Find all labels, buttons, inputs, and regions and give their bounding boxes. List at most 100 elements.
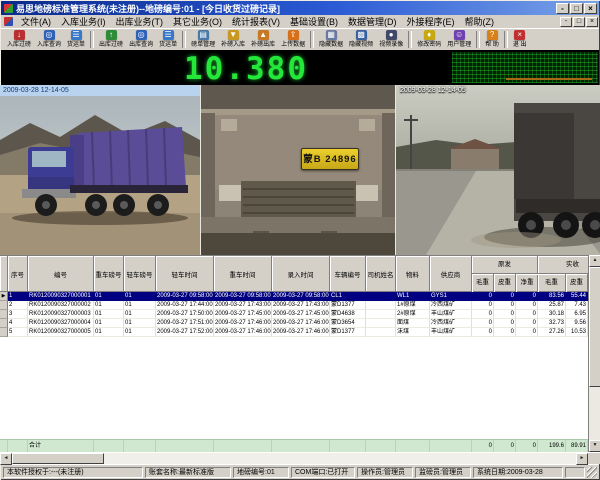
vertical-scroll-thumb[interactable] — [589, 267, 600, 387]
resize-grip-icon — [587, 467, 597, 478]
chuku-chaxun-icon: ◎ — [136, 30, 147, 40]
mdi-close-button[interactable]: × — [586, 17, 598, 27]
huoyundan-out-label: 货运单 — [159, 41, 177, 49]
toolbar-bangzhu[interactable]: ?帮 助 — [483, 29, 501, 50]
toolbar-tuichu[interactable]: ×退 出 — [511, 29, 529, 50]
maximize-button[interactable]: □ — [570, 3, 583, 14]
scroll-down-icon[interactable]: ▼ — [589, 440, 600, 452]
close-button[interactable]: × — [584, 3, 597, 14]
cell-sj — [366, 292, 396, 301]
menu-waijie-chengxu[interactable]: 外接程序(E) — [402, 15, 460, 28]
cell-yf_mz: 0 — [472, 328, 494, 337]
cell-yf_pz: 0 — [494, 328, 516, 337]
toolbar-yonghu-guanli[interactable]: ☺用户管理 — [445, 29, 473, 50]
cell-qsj: 2009-03-27 09:58:00 — [156, 292, 214, 301]
status-license: 本软件授权于:---(未注册) — [3, 467, 143, 478]
table-row[interactable]: 3RK012009032700000301012009-03-27 17:50:… — [0, 310, 600, 319]
toolbar-chuku-chaxun[interactable]: ◎出库查询 — [127, 29, 155, 50]
yincang-shipin-label: 隐藏视频 — [349, 41, 373, 49]
table-row[interactable]: 2RK012009032700000201012009-03-27 17:44:… — [0, 301, 600, 310]
menu-file[interactable]: 文件(A) — [16, 15, 56, 28]
status-operator: 操作员:管理员 — [357, 467, 413, 478]
cell-yf_pz: 0 — [494, 301, 516, 310]
cell-lsj: 2009-03-27 09:58:00 — [272, 292, 330, 301]
header-sj: 司机姓名 — [366, 256, 396, 292]
cell-ss_mz: 32.73 — [538, 319, 566, 328]
toolbar-shangchuan-shuju[interactable]: ⇧上传数据 — [279, 29, 307, 50]
row-indicator — [0, 301, 8, 310]
camera-view-2: 蒙B 24896 — [200, 85, 395, 255]
yincang-shuju-label: 隐藏数据 — [319, 41, 343, 49]
bubang-chuku-icon: ▲ — [258, 30, 269, 40]
horizontal-scrollbar[interactable]: ◄ ► — [0, 452, 600, 464]
menu-tongji-baobiao[interactable]: 统计报表(V) — [227, 15, 285, 28]
cell-cl: 蒙D1377 — [330, 328, 366, 337]
cell-qbh: 01 — [124, 301, 156, 310]
cell-bh: RK0120090327000003 — [28, 310, 94, 319]
mdi-minimize-button[interactable]: - — [560, 17, 572, 27]
toolbar-huoyundan-in[interactable]: ☰货运单 — [65, 29, 87, 50]
toolbar-ruku-guobang[interactable]: ↓入库过磅 — [5, 29, 33, 50]
camera-1-timestamp: 2009-03-28 12-14-05 — [0, 85, 200, 96]
ruku-chaxun-label: 入库查询 — [37, 41, 61, 49]
toolbar-huoyundan-out[interactable]: ☰货运单 — [157, 29, 179, 50]
toolbar-bubang-chuku[interactable]: ▲补磅出库 — [249, 29, 277, 50]
cell-lsj: 2009-03-27 17:45:00 — [272, 310, 330, 319]
shangchuan-shuju-icon: ⇧ — [288, 30, 299, 40]
status-supervisor: 监磅员:管理员 — [415, 467, 471, 478]
toolbar-ruku-chaxun[interactable]: ◎入库查询 — [35, 29, 63, 50]
row-indicator — [0, 310, 8, 319]
huoyundan-in-icon: ☰ — [71, 30, 82, 40]
menu-jichu-shezhi[interactable]: 基础设置(B) — [285, 15, 343, 28]
toolbar-yincang-shipin[interactable]: ▩隐藏视频 — [347, 29, 375, 50]
header-indicator — [0, 256, 8, 292]
table-row[interactable]: ▶1RK012009032700000101012009-03-27 09:58… — [0, 292, 600, 301]
license-plate: 蒙B 24896 — [301, 148, 359, 170]
horizontal-scroll-thumb[interactable] — [12, 453, 104, 464]
header-yf_pz: 皮重 — [494, 274, 516, 292]
scroll-right-icon[interactable]: ► — [576, 453, 588, 465]
toolbar-shipin-luxiang[interactable]: ●视频录像 — [377, 29, 405, 50]
scroll-left-icon[interactable]: ◄ — [0, 453, 12, 465]
table-row[interactable]: 4RK012009032700000401012009-03-27 17:51:… — [0, 319, 600, 328]
menu-chuku-yewu[interactable]: 出库业务(T) — [111, 15, 169, 28]
horizontal-scroll-track[interactable] — [104, 453, 576, 464]
camera-1-photo — [0, 85, 200, 255]
menu-ruku-yewu[interactable]: 入库业务(I) — [56, 15, 111, 28]
header-group: 原发毛重皮重净重 — [472, 256, 538, 292]
status-scale-no: 地磅编号:01 — [233, 467, 289, 478]
menu-shuju-guanli[interactable]: 数据管理(D) — [343, 15, 402, 28]
table-row[interactable]: 5RK012009032700000501012009-03-27 17:52:… — [0, 328, 600, 337]
cell-wl: 面煤 — [396, 319, 430, 328]
bangdan-guanli-icon: ▤ — [198, 30, 209, 40]
camera-view-3: 2009-03-28 12-14-05 — [395, 85, 600, 255]
chuku-chaxun-label: 出库查询 — [129, 41, 153, 49]
table-header: 序号编号重车磅号轻车磅号轻车时间重车时间录入时间车辆编号司机姓名物料供应商原发毛… — [0, 256, 600, 292]
status-account: 账套名称:最新标准版 — [145, 467, 231, 478]
cell-cl: 蒙D4638 — [330, 310, 366, 319]
cell-wl: 1#原煤 — [396, 301, 430, 310]
toolbar-yincang-shuju[interactable]: ▦隐藏数据 — [317, 29, 345, 50]
mdi-restore-button[interactable]: □ — [573, 17, 585, 27]
menu-items: 文件(A)入库业务(I)出库业务(T)其它业务(O)统计报表(V)基础设置(B)… — [16, 15, 499, 28]
cell-lsj: 2009-03-27 17:43:00 — [272, 301, 330, 310]
header-qbh: 轻车磅号 — [124, 256, 156, 292]
scroll-up-icon[interactable]: ▲ — [589, 255, 600, 267]
vertical-scrollbar[interactable]: ▲ ▼ — [588, 255, 600, 452]
shangchuan-shuju-label: 上传数据 — [281, 41, 305, 49]
cell-idx: 3 — [8, 310, 28, 319]
cell-yf_jz: 0 — [516, 328, 538, 337]
menu-qita-yewu[interactable]: 其它业务(O) — [168, 15, 227, 28]
header-yf_jz: 净重 — [516, 274, 538, 292]
toolbar-chuku-guobang[interactable]: ↑出库过磅 — [97, 29, 125, 50]
shipin-luxiang-label: 视频录像 — [379, 41, 403, 49]
cell-yf_jz: 0 — [516, 319, 538, 328]
yincang-shuju-icon: ▦ — [326, 30, 337, 40]
menu-help[interactable]: 帮助(Z) — [460, 15, 500, 28]
minimize-button[interactable]: - — [556, 3, 569, 14]
toolbar-xiugai-mima[interactable]: ♦修改密码 — [415, 29, 443, 50]
cell-yf_mz: 0 — [472, 310, 494, 319]
toolbar-bubang-ruku[interactable]: ▼补磅入库 — [219, 29, 247, 50]
toolbar-bangdan-guanli[interactable]: ▤磅单管理 — [189, 29, 217, 50]
cell-ss_pz: 6.95 — [566, 310, 588, 319]
